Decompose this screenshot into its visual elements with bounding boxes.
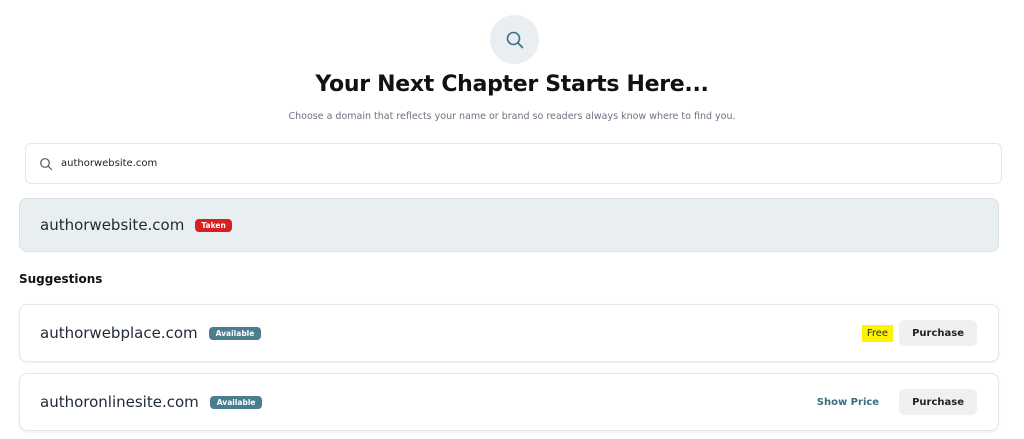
hero-search-icon xyxy=(490,15,539,64)
status-badge-available: Available xyxy=(208,326,262,340)
purchase-button[interactable]: Purchase xyxy=(899,320,977,346)
status-badge-taken: Taken xyxy=(195,218,232,232)
page-title: Your Next Chapter Starts Here... xyxy=(315,72,709,97)
domain-search-box[interactable] xyxy=(25,143,1002,184)
result-domain: authorwebsite.com xyxy=(40,216,185,234)
search-icon xyxy=(39,157,53,171)
search-icon xyxy=(506,31,523,48)
status-badge-available: Available xyxy=(209,395,263,409)
page-subtitle: Choose a domain that reflects your name … xyxy=(288,111,736,122)
purchase-button[interactable]: Purchase xyxy=(899,389,977,415)
show-price-link[interactable]: Show Price xyxy=(817,397,879,408)
suggestion-domain: authoronlinesite.com xyxy=(40,393,199,411)
suggestions-heading: Suggestions xyxy=(19,272,103,286)
search-result-card: authorwebsite.com Taken xyxy=(19,198,999,252)
suggestion-row: authorwebplace.com Available Free Purcha… xyxy=(19,304,999,362)
suggestion-row: authoronlinesite.com Available Show Pric… xyxy=(19,373,999,431)
suggestion-domain: authorwebplace.com xyxy=(40,324,198,342)
price-label: Free xyxy=(861,324,894,342)
domain-search-input[interactable] xyxy=(61,158,961,169)
